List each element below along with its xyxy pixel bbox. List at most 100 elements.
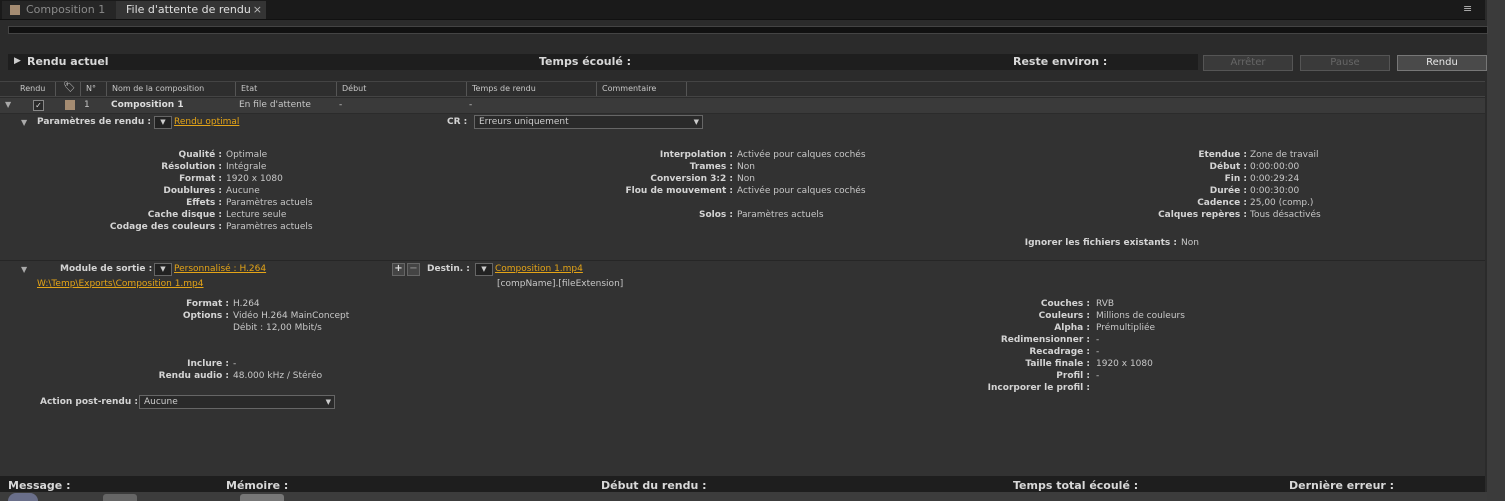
column-divider[interactable]	[686, 82, 687, 96]
resolution-label: Résolution :	[161, 162, 222, 172]
stop-button[interactable]: Arrêter	[1203, 55, 1293, 71]
interpolation-value: Activée pour calques cochés	[737, 150, 866, 160]
column-comment[interactable]: Commentaire	[602, 84, 656, 93]
panel-menu-icon[interactable]: ≡	[1463, 2, 1472, 15]
colors-value: Millions de couleurs	[1096, 311, 1185, 321]
duration-label: Durée :	[1209, 186, 1247, 196]
column-divider[interactable]	[80, 82, 81, 96]
format-value: 1920 x 1080	[226, 174, 283, 184]
elapsed-label: Temps écoulé :	[539, 55, 632, 68]
label-color-chip[interactable]	[65, 100, 75, 110]
destination-file-link[interactable]: Composition 1.mp4	[495, 264, 583, 274]
om-bitrate-value: Débit : 12,00 Mbit/s	[233, 323, 322, 333]
log-select[interactable]: Erreurs uniquement ▼	[474, 115, 703, 129]
column-divider[interactable]	[235, 82, 236, 96]
pause-button[interactable]: Pause	[1300, 55, 1390, 71]
start-value: 0:00:00:00	[1250, 162, 1300, 172]
render-checkbox[interactable]: ✓	[33, 100, 44, 111]
om-options-label: Options :	[182, 311, 229, 321]
queue-item-status: En file d'attente	[239, 100, 311, 110]
time-span-label: Etendue :	[1198, 150, 1247, 160]
column-divider[interactable]	[55, 82, 56, 96]
column-divider[interactable]	[596, 82, 597, 96]
destination-template: [compName].[fileExtension]	[497, 279, 624, 289]
om-options-value: Vidéo H.264 MainConcept	[233, 311, 350, 321]
resize-value: -	[1096, 335, 1100, 345]
column-number[interactable]: N°	[86, 84, 96, 93]
solos-value: Paramètres actuels	[737, 210, 824, 220]
skip-existing-value: Non	[1181, 238, 1199, 248]
column-status[interactable]: Etat	[241, 84, 257, 93]
column-divider[interactable]	[336, 82, 337, 96]
channels-label: Couches :	[1040, 299, 1090, 309]
last-error-label: Dernière erreur :	[1289, 479, 1395, 492]
remove-output-module-button[interactable]: −	[407, 263, 420, 276]
frame-rate-value: 25,00 (comp.)	[1250, 198, 1314, 208]
guide-layers-value: Tous désactivés	[1250, 210, 1321, 220]
collapse-triangle-icon[interactable]: ▼	[21, 265, 27, 274]
channels-value: RVB	[1096, 299, 1115, 309]
effects-label: Effets :	[186, 198, 222, 208]
output-module-dropdown[interactable]: ▼	[154, 263, 172, 276]
solos-label: Solos :	[698, 210, 733, 220]
output-module-preset-link[interactable]: Personnalisé : H.264	[174, 264, 266, 274]
column-comp-name[interactable]: Nom de la composition	[112, 84, 204, 93]
post-render-value: Aucune	[144, 397, 178, 407]
collapse-triangle-icon[interactable]: ▼	[5, 100, 11, 109]
collapse-triangle-icon[interactable]: ▼	[21, 118, 27, 127]
message-label: Message :	[8, 479, 71, 492]
panel-tab-bar: Composition 1 File d'attente de rendu × …	[0, 0, 1485, 20]
resolution-value: Intégrale	[226, 162, 267, 172]
column-start[interactable]: Début	[342, 84, 366, 93]
queue-item-row[interactable]: ▼ ✓ 1 Composition 1 En file d'attente - …	[0, 98, 1485, 113]
queue-item-render-time: -	[469, 100, 473, 110]
destination-label: Destin. :	[427, 264, 470, 274]
output-path-link[interactable]: W:\Temp\Exports\Composition 1.mp4	[37, 279, 204, 289]
status-bar	[0, 476, 1485, 492]
add-output-module-button[interactable]: +	[392, 263, 405, 276]
column-divider[interactable]	[106, 82, 107, 96]
frame-rate-label: Cadence :	[1197, 198, 1247, 208]
start-orb-icon[interactable]	[8, 493, 38, 501]
start-label: Début :	[1209, 162, 1247, 172]
resize-label: Redimensionner :	[1000, 335, 1090, 345]
color-depth-value: Paramètres actuels	[226, 222, 313, 232]
quality-label: Qualité :	[178, 150, 222, 160]
destination-dropdown[interactable]: ▼	[475, 263, 493, 276]
embed-profile-label: Incorporer le profil :	[987, 383, 1090, 393]
expand-triangle-icon[interactable]: ▶	[14, 56, 21, 66]
duration-value: 0:00:30:00	[1250, 186, 1300, 196]
log-label: CR :	[447, 117, 468, 127]
scrollbar[interactable]	[1487, 0, 1505, 501]
render-progress-bar	[8, 26, 1488, 34]
om-include-label: Inclure :	[187, 359, 229, 369]
motion-blur-label: Flou de mouvement :	[625, 186, 734, 196]
om-format-label: Format :	[186, 299, 229, 309]
pulldown-label: Conversion 3:2 :	[650, 174, 733, 184]
render-button[interactable]: Rendu	[1397, 55, 1487, 71]
tab-render-queue[interactable]: File d'attente de rendu ×	[116, 1, 266, 19]
chevron-down-icon: ▼	[325, 398, 331, 406]
alpha-label: Alpha :	[1054, 323, 1090, 333]
taskbar-button[interactable]	[103, 494, 137, 501]
os-taskbar	[0, 492, 1487, 501]
column-render-time[interactable]: Temps de rendu	[472, 84, 536, 93]
remaining-label: Reste environ :	[1013, 55, 1108, 68]
column-render[interactable]: Rendu	[20, 84, 45, 93]
label-tag-icon[interactable]: 🏷	[63, 82, 76, 93]
column-divider[interactable]	[466, 82, 467, 96]
taskbar-button[interactable]	[240, 494, 284, 501]
render-settings-dropdown[interactable]: ▼	[154, 116, 172, 129]
memory-label: Mémoire :	[226, 479, 289, 492]
render-start-label: Début du rendu :	[601, 479, 707, 492]
proxy-label: Doublures :	[163, 186, 222, 196]
composition-icon	[10, 5, 20, 15]
time-span-value: Zone de travail	[1250, 150, 1319, 160]
tab-label: File d'attente de rendu	[126, 3, 251, 16]
fields-label: Trames :	[689, 162, 733, 172]
close-icon[interactable]: ×	[253, 1, 262, 19]
output-module-label: Module de sortie :	[60, 264, 153, 274]
render-settings-preset-link[interactable]: Rendu optimal	[174, 117, 239, 127]
queue-item-start: -	[339, 100, 343, 110]
post-render-select[interactable]: Aucune ▼	[139, 395, 335, 409]
